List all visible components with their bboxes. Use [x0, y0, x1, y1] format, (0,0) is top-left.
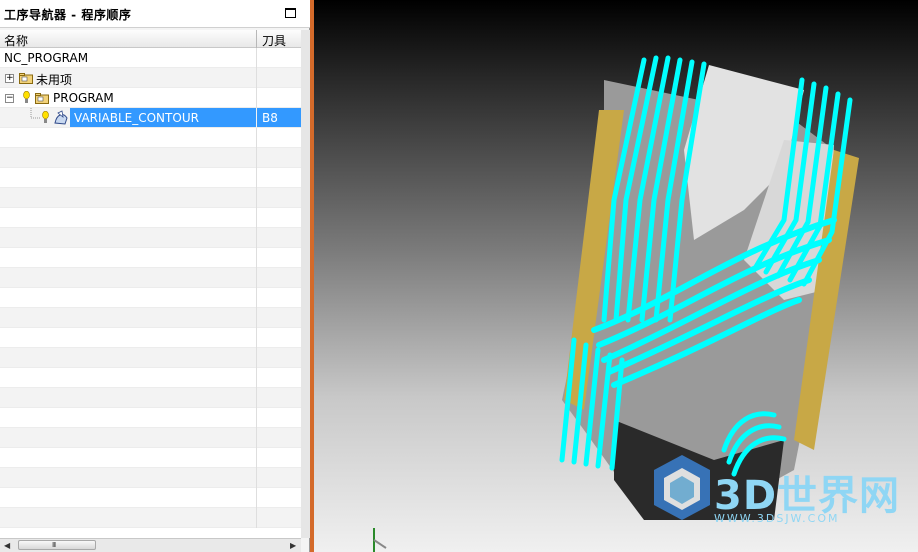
empty-row — [0, 408, 301, 428]
column-header-name[interactable]: 名称 — [4, 32, 28, 49]
bulb-icon — [42, 111, 49, 123]
cell-divider — [256, 48, 257, 68]
tree-row-variable-contour[interactable]: VARIABLE_CONTOUR B8 — [0, 108, 301, 128]
empty-row — [0, 128, 301, 148]
empty-row — [0, 388, 301, 408]
empty-row — [0, 268, 301, 288]
tool-value: B8 — [262, 111, 278, 125]
scrollbar-grip: III — [52, 541, 56, 549]
cell-divider — [256, 88, 257, 108]
empty-row — [0, 368, 301, 388]
empty-row — [0, 308, 301, 328]
empty-row — [0, 468, 301, 488]
cell-divider — [256, 188, 257, 208]
tree-item-label: VARIABLE_CONTOUR — [74, 111, 199, 125]
cell-divider — [256, 388, 257, 408]
tree-connector-lines — [30, 108, 40, 119]
cell-divider — [256, 268, 257, 288]
tree-row-nc-program[interactable]: NC_PROGRAM — [0, 48, 301, 68]
cell-divider — [256, 288, 257, 308]
empty-row — [0, 328, 301, 348]
tree-row-program[interactable]: − PROGRAM — [0, 88, 301, 108]
cell-divider — [256, 228, 257, 248]
tree-item-label: 未用项 — [36, 73, 73, 87]
cell-divider — [256, 308, 257, 328]
cell-divider — [256, 448, 257, 468]
empty-row — [0, 228, 301, 248]
cell-divider — [256, 508, 257, 528]
scroll-left-icon[interactable]: ◀ — [4, 541, 10, 550]
horizontal-scrollbar[interactable]: ◀ III ▶ — [0, 538, 301, 552]
column-header: 名称 刀具 — [0, 30, 301, 48]
cell-divider — [256, 348, 257, 368]
empty-row — [0, 428, 301, 448]
empty-row — [0, 348, 301, 368]
cell-divider — [256, 468, 257, 488]
empty-row — [0, 488, 301, 508]
navigator-title-bar: 工序导航器 - 程序顺序 — [0, 0, 310, 28]
collapse-minus-icon[interactable]: − — [5, 94, 14, 103]
column-header-tool[interactable]: 刀具 — [262, 32, 286, 49]
empty-row — [0, 288, 301, 308]
operation-navigator: 工序导航器 - 程序顺序 名称 刀具 NC_PROGRAM + 未用项 − PR… — [0, 0, 310, 552]
watermark-url: WWW.3DSJW.COM — [714, 512, 840, 525]
cell-divider — [256, 148, 257, 168]
scrollbar-thumb[interactable]: III — [18, 540, 96, 550]
folder-icon — [19, 73, 33, 84]
cell-divider — [256, 488, 257, 508]
axis-triad — [373, 528, 387, 552]
empty-row — [0, 508, 301, 528]
cell-divider — [256, 168, 257, 188]
scroll-right-icon[interactable]: ▶ — [290, 541, 296, 550]
cell-divider — [256, 368, 257, 388]
empty-row — [0, 168, 301, 188]
cell-divider — [256, 248, 257, 268]
tree-item-label: NC_PROGRAM — [4, 51, 89, 65]
empty-row — [0, 448, 301, 468]
empty-row — [0, 148, 301, 168]
empty-row — [0, 248, 301, 268]
cell-divider — [256, 128, 257, 148]
expand-plus-icon[interactable]: + — [5, 74, 14, 83]
navigator-title: 工序导航器 - 程序顺序 — [4, 8, 132, 22]
cell-divider — [256, 328, 257, 348]
vertical-scrollbar-track[interactable] — [301, 30, 310, 538]
folder-icon — [35, 93, 49, 104]
tree-row-unused-items[interactable]: + 未用项 — [0, 68, 301, 88]
cell-divider — [256, 208, 257, 228]
empty-row — [0, 188, 301, 208]
cell-divider — [256, 68, 257, 88]
maximize-icon[interactable] — [285, 8, 296, 18]
operation-icon — [54, 110, 68, 125]
column-divider[interactable] — [256, 30, 257, 48]
navigator-tree: NC_PROGRAM + 未用项 − PROGRAM VARIABLE_CONT… — [0, 48, 301, 538]
empty-row — [0, 208, 301, 228]
graphics-viewport[interactable]: 3D世界网 WWW.3DSJW.COM — [310, 0, 918, 552]
cell-divider — [256, 428, 257, 448]
bulb-icon — [23, 91, 30, 103]
cell-divider — [256, 408, 257, 428]
tree-item-label: PROGRAM — [53, 91, 114, 105]
